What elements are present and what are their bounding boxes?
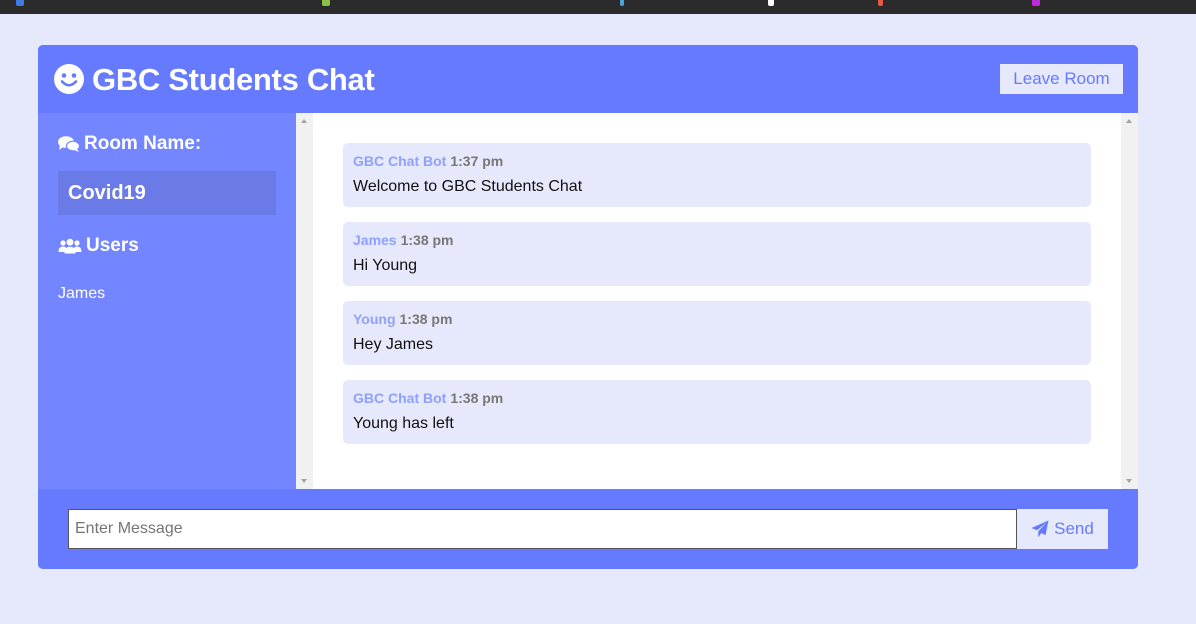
- message-time: 1:37 pm: [450, 153, 504, 169]
- tab-favicon: [620, 0, 624, 6]
- tab-favicon: [878, 0, 883, 6]
- room-name-heading: Room Name:: [58, 133, 201, 155]
- message: James 1:38 pm Hi Young: [343, 222, 1091, 286]
- message: GBC Chat Bot 1:37 pm Welcome to GBC Stude…: [343, 143, 1091, 207]
- scroll-down-arrow-icon[interactable]: [301, 479, 307, 483]
- send-button[interactable]: Send: [1017, 509, 1108, 549]
- comments-icon: [58, 136, 80, 152]
- scroll-up-arrow-icon[interactable]: [1126, 119, 1132, 123]
- message-text: Young has left: [353, 415, 454, 432]
- user-list: James: [58, 285, 105, 303]
- message-sender: GBC Chat Bot: [353, 153, 447, 169]
- scrollbar[interactable]: [1121, 113, 1138, 489]
- users-icon: [58, 238, 82, 254]
- message-sender: GBC Chat Bot: [353, 390, 447, 406]
- leave-room-button[interactable]: Leave Room: [1000, 64, 1123, 94]
- message-time: 1:38 pm: [400, 232, 454, 248]
- smile-icon: [54, 64, 84, 94]
- room-name-value: Covid19: [58, 171, 276, 215]
- message-meta: Young 1:38 pm: [353, 311, 1081, 327]
- message-sender: Young: [353, 311, 396, 327]
- room-name-label: Room Name:: [84, 133, 202, 154]
- scroll-down-arrow-icon[interactable]: [1126, 479, 1132, 483]
- users-label: Users: [86, 235, 139, 256]
- message-meta: GBC Chat Bot 1:37 pm: [353, 153, 1081, 169]
- message-time: 1:38 pm: [399, 311, 453, 327]
- user-item: James: [58, 285, 106, 302]
- message-form: Send: [38, 489, 1138, 569]
- tab-favicon: [322, 0, 330, 6]
- page-title: GBC Students Chat: [92, 62, 375, 97]
- message: GBC Chat Bot 1:38 pm Young has left: [343, 380, 1091, 444]
- browser-tab-strip: [0, 0, 1196, 14]
- message-text: Welcome to GBC Students Chat: [353, 178, 583, 195]
- message-sender: James: [353, 232, 397, 248]
- message-text: Hey James: [353, 336, 434, 353]
- send-button-label: Send: [1054, 519, 1094, 538]
- message-text: Hi Young: [353, 257, 418, 274]
- message: Young 1:38 pm Hey James: [343, 301, 1091, 365]
- scrollbar[interactable]: [296, 113, 313, 489]
- chat-header: GBC Students Chat Leave Room: [38, 45, 1138, 113]
- chat-container: GBC Students Chat Leave Room Room Name: …: [38, 45, 1138, 569]
- tab-favicon: [16, 0, 24, 6]
- message-meta: James 1:38 pm: [353, 232, 1081, 248]
- tab-favicon: [768, 0, 774, 6]
- users-heading: Users: [58, 235, 139, 257]
- tab-favicon: [1032, 0, 1040, 6]
- chat-sidebar: Room Name: Covid19 Users James: [38, 113, 296, 489]
- message-time: 1:38 pm: [450, 390, 504, 406]
- message-input[interactable]: [68, 509, 1017, 549]
- messages-pane: GBC Chat Bot 1:37 pm Welcome to GBC Stude…: [296, 113, 1138, 489]
- message-meta: GBC Chat Bot 1:38 pm: [353, 390, 1081, 406]
- paper-plane-icon: [1031, 520, 1049, 538]
- scroll-up-arrow-icon[interactable]: [301, 119, 307, 123]
